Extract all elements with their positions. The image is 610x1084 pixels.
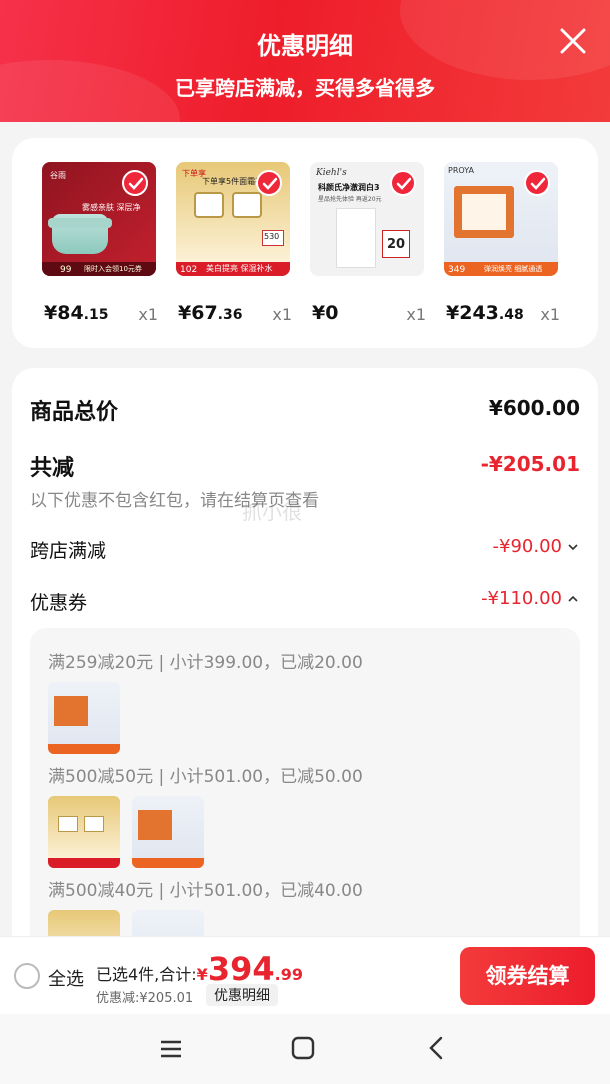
product-slogan-sub: 星品抢先体验 再返20元 (318, 196, 382, 203)
product-item[interactable]: 下单享 下单享5件面霜礼 530 102 美白提亮 保湿补水 ¥67.36 x1 (176, 162, 292, 324)
product-box (54, 696, 88, 726)
product-tag-text: 限时入会领10元券 (84, 265, 142, 273)
products-card: 谷雨 雾感亲肤 深层净 99 限时入会领10元券 ¥84.15 x1 下单享 下… (12, 138, 598, 348)
coupon-product-thumb (132, 796, 204, 868)
select-all-radio[interactable] (14, 963, 40, 989)
product-image: 谷雨 雾感亲肤 深层净 99 限时入会领10元券 (42, 162, 156, 276)
page-title: 优惠明细 (257, 32, 353, 60)
product-jar (232, 192, 262, 218)
discount-summary: 优惠减:¥205.01 (96, 991, 194, 1006)
cross-store-row[interactable]: -¥90.00 (493, 536, 580, 557)
product-brand: Kiehl's (316, 168, 347, 178)
check-icon (122, 170, 148, 196)
coupon-product-thumb (48, 796, 120, 868)
product-tag: 349 (448, 265, 466, 275)
header: 优惠明细 已享跨店满减，买得多省得多 (0, 0, 610, 122)
product-tag: 99 (60, 265, 72, 275)
coupon-label: 优惠券 (30, 592, 88, 614)
product-tag-bar (48, 744, 120, 754)
product-brand: PROYA (448, 166, 474, 175)
product-slogan: 科颜氏净澈润白3 (318, 183, 380, 192)
product-jar (84, 816, 104, 832)
checkout-bar: 全选 已选4件,合计: ¥ 394 .99 优惠减:¥205.01 优惠明细 领… (0, 936, 610, 1014)
product-item[interactable]: 谷雨 雾感亲肤 深层净 99 限时入会领10元券 ¥84.15 x1 (42, 162, 158, 324)
product-price: ¥84.15 (44, 302, 109, 324)
product-brand: 谷雨 (50, 171, 66, 180)
chevron-down-icon (568, 543, 578, 550)
coupon-rule: 满259减20元 | 小计399.00，已减20.00 (48, 653, 363, 673)
product-qty: x1 (406, 305, 426, 324)
total-dec: .99 (274, 965, 303, 984)
total-label: 商品总价 (30, 400, 119, 425)
system-nav-bar (0, 1014, 610, 1084)
check-icon (390, 170, 416, 196)
product-qty: x1 (540, 305, 560, 324)
product-qty: x1 (272, 305, 292, 324)
product-jar (58, 816, 78, 832)
close-icon[interactable] (558, 26, 588, 56)
total-summary: 已选4件,合计: ¥ 394 .99 (96, 950, 303, 988)
product-jar (194, 192, 224, 218)
product-tag-text: 美白提亮 保湿补水 (206, 264, 273, 273)
check-icon (524, 170, 550, 196)
selected-summary: 已选4件,合计: (96, 965, 197, 984)
product-image: 下单享 下单享5件面霜礼 530 102 美白提亮 保湿补水 (176, 162, 290, 276)
product-tag-text: 弹润焕亮 细腻通透 (484, 265, 543, 273)
cross-store-label: 跨店满减 (30, 540, 107, 562)
cross-store-value: -¥90.00 (492, 536, 562, 557)
product-tag: 102 (180, 265, 198, 275)
coupon-row[interactable]: -¥110.00 (481, 588, 580, 609)
product-price: ¥67.36 (178, 302, 243, 324)
coupon-rule: 满500减50元 | 小计501.00，已减50.00 (48, 767, 363, 787)
select-all-label[interactable]: 全选 (48, 965, 84, 991)
product-box-inner (462, 194, 506, 230)
product-slogan: 下单享5件面霜礼 (202, 177, 264, 186)
product-image: Kiehl's 科颜氏净澈润白3 星品抢先体验 再返20元 20 (310, 162, 424, 276)
product-tag-bar (132, 858, 204, 868)
product-image: PROYA 349 弹润焕亮 细腻通透 (444, 162, 558, 276)
chevron-up-icon (568, 595, 578, 602)
menu-icon[interactable] (158, 1036, 184, 1062)
product-qty: x1 (138, 305, 158, 324)
product-jar-lid (48, 218, 112, 228)
product-tag-bar (48, 858, 120, 868)
back-icon[interactable] (424, 1035, 450, 1061)
detail-toggle[interactable]: 优惠明细 (206, 984, 278, 1006)
page-subtitle: 已享跨店满减，买得多省得多 (175, 76, 435, 100)
product-slogan: 雾感亲肤 深层净 (82, 203, 141, 212)
product-item[interactable]: Kiehl's 科颜氏净澈润白3 星品抢先体验 再返20元 20 ¥0 x1 (310, 162, 426, 324)
checkout-button[interactable]: 领券结算 (460, 947, 595, 1005)
product-box (138, 810, 172, 840)
product-tag: 20 (382, 230, 410, 258)
discount-label: 共减 (30, 456, 75, 481)
coupon-value: -¥110.00 (481, 588, 562, 609)
product-price: ¥243.48 (446, 302, 524, 324)
total-value: ¥600.00 (488, 396, 580, 420)
watermark: 抓小很 (242, 500, 302, 524)
total-symbol: ¥ (196, 965, 208, 984)
coupon-product-thumb (48, 682, 120, 754)
product-badge-num: 530 (264, 232, 280, 241)
product-price: ¥0 (312, 302, 339, 324)
product-pack (336, 208, 376, 268)
home-icon[interactable] (290, 1035, 316, 1061)
coupon-rule: 满500减40元 | 小计501.00，已减40.00 (48, 881, 363, 901)
check-icon (256, 170, 282, 196)
discount-value: -¥205.01 (480, 452, 580, 476)
total-int: 394 (207, 950, 275, 988)
product-item[interactable]: PROYA 349 弹润焕亮 细腻通透 ¥243.48 x1 (444, 162, 560, 324)
